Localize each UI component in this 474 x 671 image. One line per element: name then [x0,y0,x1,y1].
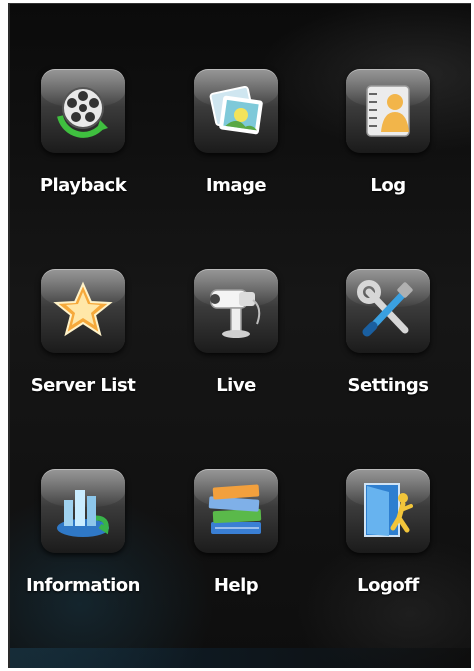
main-menu-grid: Playback Image Log Server List Live Sett… [10,4,471,668]
live-tile[interactable] [194,269,278,353]
logoff-button[interactable]: Logoff [323,469,453,609]
information-button[interactable]: Information [18,469,148,609]
playback-button[interactable]: Playback [18,69,148,209]
help-label: Help [213,575,259,596]
tools-icon [357,280,413,337]
server-list-label: Server List [30,375,136,396]
help-button[interactable]: Help [171,469,301,609]
film-reel-icon [57,87,108,138]
help-tile[interactable] [194,469,278,553]
live-label: Live [216,375,256,396]
log-button[interactable]: Log [323,69,453,209]
log-label: Log [370,175,406,196]
image-tile[interactable] [194,69,278,153]
image-label: Image [205,175,267,196]
server-list-tile[interactable] [41,269,125,353]
exit-door-icon [364,483,413,537]
settings-button[interactable]: Settings [323,269,453,409]
camera-icon [210,289,261,338]
playback-label: Playback [39,175,127,196]
live-button[interactable]: Live [171,269,301,409]
app-screen: Playback Image Log Server List Live Sett… [8,3,471,668]
log-book-icon [366,85,410,137]
playback-tile[interactable] [41,69,125,153]
star-server-icon [53,281,113,337]
server-list-button[interactable]: Server List [18,269,148,409]
logoff-label: Logoff [357,575,419,596]
books-icon [208,484,262,534]
settings-label: Settings [347,375,429,396]
information-label: Information [26,575,140,596]
settings-tile[interactable] [346,269,430,353]
log-tile[interactable] [346,69,430,153]
building-info-icon [57,490,109,537]
logoff-tile[interactable] [346,469,430,553]
photo-icon [209,85,263,135]
information-tile[interactable] [41,469,125,553]
image-button[interactable]: Image [171,69,301,209]
